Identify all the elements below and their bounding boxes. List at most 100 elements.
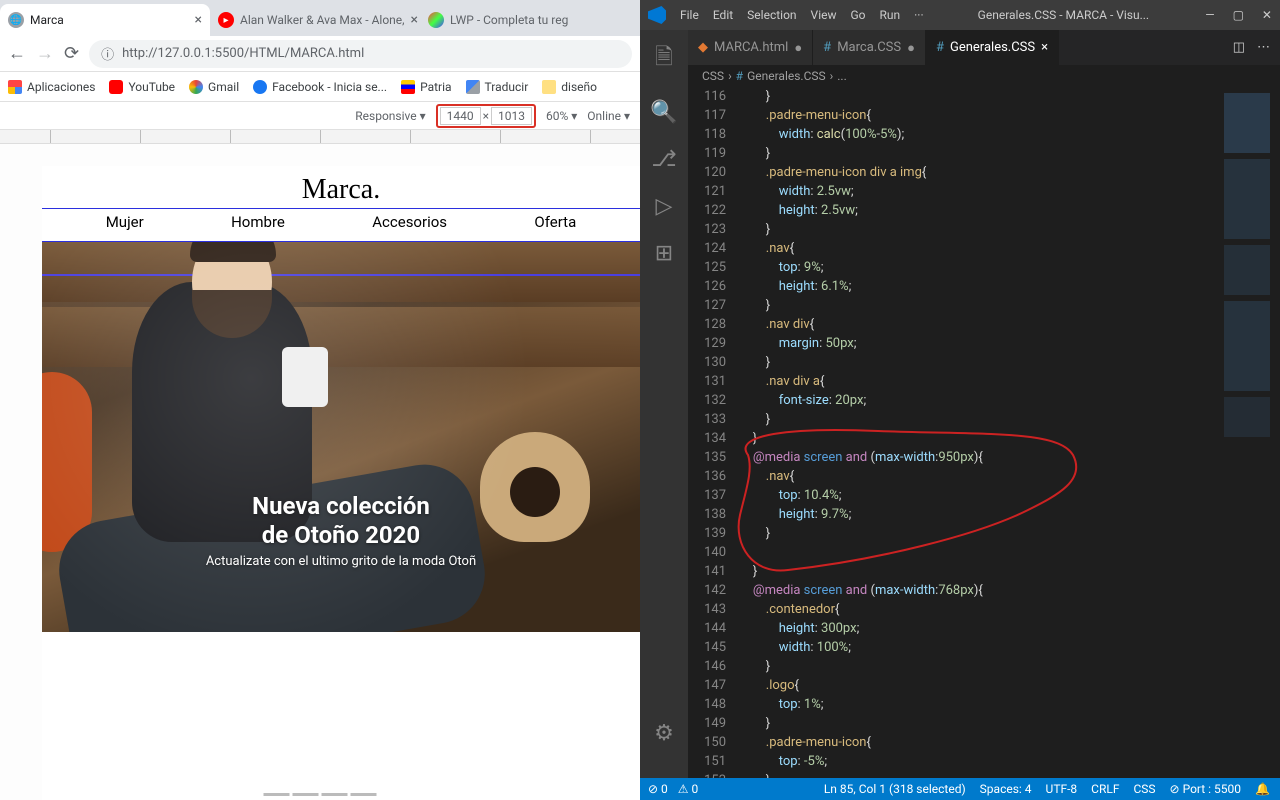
apps-button[interactable]: Aplicaciones xyxy=(8,80,95,94)
chrome-window: 🌐 Marca × ▸ Alan Walker & Ava Max - Alon… xyxy=(0,0,640,800)
reload-icon[interactable]: ⟳ xyxy=(64,43,79,64)
window-controls: — ▢ ✕ xyxy=(1205,8,1272,22)
file-html-icon: ◆ xyxy=(698,40,708,55)
tab-title: Marca xyxy=(30,13,64,27)
chrome-toolbar: ← → ⟳ ⓘ http://127.0.0.1:5500/HTML/MARCA… xyxy=(0,36,640,72)
menu-edit[interactable]: Edit xyxy=(707,8,739,22)
hero-legs xyxy=(51,457,492,632)
file-css-icon: # xyxy=(936,40,944,55)
minimize-icon[interactable]: — xyxy=(1205,8,1214,22)
bookmark-patria[interactable]: Patria xyxy=(401,80,451,94)
height-input[interactable]: 1013 xyxy=(491,107,532,125)
nav-link[interactable]: Mujer xyxy=(106,213,144,231)
url-bar[interactable]: ⓘ http://127.0.0.1:5500/HTML/MARCA.html xyxy=(89,40,632,68)
page-viewport: Marca. Mujer Hombre Accesorios Oferta Nu xyxy=(0,144,640,800)
bookmark-facebook[interactable]: Facebook - Inicia se... xyxy=(253,80,387,94)
editor-tab-marca-html[interactable]: ◆ MARCA.html ● xyxy=(688,30,813,65)
menu-selection[interactable]: Selection xyxy=(741,8,802,22)
chrome-tab-0[interactable]: 🌐 Marca × xyxy=(0,4,210,36)
bookmark-diseno[interactable]: diseño xyxy=(542,80,597,94)
gear-icon[interactable]: ⚙ xyxy=(654,721,674,746)
hero-jacket xyxy=(132,282,312,542)
throttle-select[interactable]: Online ▾ xyxy=(587,109,630,123)
menu-go[interactable]: Go xyxy=(845,8,872,22)
inspect-outline xyxy=(42,274,640,276)
tab-title: Alan Walker & Ava Max - Alone, xyxy=(240,13,405,27)
forward-icon: → xyxy=(36,43,54,64)
zoom-select[interactable]: 60% ▾ xyxy=(546,109,577,123)
devtools-ruler xyxy=(0,130,640,144)
dimensions-group: 1440 × 1013 xyxy=(436,104,536,128)
editor-tab-marca-css[interactable]: # Marca.CSS ● xyxy=(813,30,926,65)
page-brand: Marca. xyxy=(42,166,640,208)
status-liveserver[interactable]: ⊘ Port : 5500 xyxy=(1170,782,1242,796)
devtools-device-toolbar: Responsive ▾ 1440 × 1013 60% ▾ Online ▾ xyxy=(0,102,640,130)
status-errors[interactable]: ⊘ 0 xyxy=(648,782,668,796)
status-encoding[interactable]: UTF-8 xyxy=(1046,782,1078,796)
nav-link[interactable]: Hombre xyxy=(231,213,285,231)
responsive-mode-select[interactable]: Responsive ▾ xyxy=(355,109,425,123)
hero-hair xyxy=(190,242,276,262)
close-icon[interactable]: ✕ xyxy=(1262,8,1272,22)
chrome-tab-2[interactable]: LWP - Completa tu reg xyxy=(420,4,576,36)
close-icon[interactable]: × xyxy=(411,12,418,28)
status-bell-icon[interactable]: 🔔 xyxy=(1255,782,1270,796)
chrome-tabstrip: 🌐 Marca × ▸ Alan Walker & Ava Max - Alon… xyxy=(0,0,640,36)
menu-more[interactable]: ··· xyxy=(908,8,929,22)
page-nav: Mujer Hombre Accesorios Oferta xyxy=(42,208,640,242)
activity-bar: 🗎 🔍 ⎇ ▷ ⊞ ⚙ xyxy=(640,30,688,778)
close-icon[interactable]: × xyxy=(1041,40,1048,55)
info-icon[interactable]: ⓘ xyxy=(101,44,114,63)
taskbar-hint xyxy=(264,793,377,796)
url-text: http://127.0.0.1:5500/HTML/MARCA.html xyxy=(122,46,364,61)
status-spaces[interactable]: Spaces: 4 xyxy=(980,782,1032,796)
code-editor[interactable]: 116 117 118 119 120 121 122 123 124 125 … xyxy=(688,87,1280,778)
minimap[interactable] xyxy=(1220,87,1280,778)
status-warnings[interactable]: ⚠ 0 xyxy=(678,782,698,796)
code-content[interactable]: } .padre-menu-icon{ width: calc(100%-5%)… xyxy=(740,87,1220,778)
status-eol[interactable]: CRLF xyxy=(1091,782,1119,796)
status-lang[interactable]: CSS xyxy=(1133,782,1155,796)
dirty-icon: ● xyxy=(907,40,915,56)
maximize-icon[interactable]: ▢ xyxy=(1233,8,1244,22)
status-cursor[interactable]: Ln 85, Col 1 (318 selected) xyxy=(824,782,966,796)
times-label: × xyxy=(483,109,489,123)
editor-tab-generales-css[interactable]: # Generales.CSS × xyxy=(926,30,1059,65)
explorer-icon[interactable]: 🗎 xyxy=(655,40,673,78)
extensions-icon[interactable]: ⊞ xyxy=(655,241,673,266)
dirty-icon: ● xyxy=(794,40,802,56)
menu-view[interactable]: View xyxy=(805,8,843,22)
nav-link[interactable]: Accesorios xyxy=(372,213,447,231)
editor-area: ◆ MARCA.html ● # Marca.CSS ● # Generales… xyxy=(688,30,1280,778)
close-icon[interactable]: × xyxy=(195,12,202,28)
back-icon[interactable]: ← xyxy=(8,43,26,64)
more-actions-icon[interactable]: ⋯ xyxy=(1257,40,1270,55)
bookmark-gmail[interactable]: Gmail xyxy=(189,80,239,94)
breadcrumb[interactable]: CSS› # Generales.CSS› ... xyxy=(688,65,1280,87)
vscode-window: File Edit Selection View Go Run ··· Gene… xyxy=(640,0,1280,800)
debug-icon[interactable]: ▷ xyxy=(656,194,673,219)
menu-file[interactable]: File xyxy=(674,8,705,22)
search-icon[interactable]: 🔍 xyxy=(650,100,677,125)
chrome-tab-1[interactable]: ▸ Alan Walker & Ava Max - Alone, × xyxy=(210,4,420,36)
youtube-icon: ▸ xyxy=(218,12,234,28)
bookmarks-bar: Aplicaciones YouTube Gmail Facebook - In… xyxy=(0,72,640,102)
split-editor-icon[interactable]: ◫ xyxy=(1233,40,1245,55)
hero-title: Nueva colecciónde Otoño 2020 xyxy=(42,492,640,550)
rendered-page: Marca. Mujer Hombre Accesorios Oferta Nu xyxy=(42,166,640,800)
bookmark-traducir[interactable]: Traducir xyxy=(466,80,529,94)
favicon-icon xyxy=(428,12,444,28)
hero-face xyxy=(192,242,272,332)
bookmark-youtube[interactable]: YouTube xyxy=(109,80,175,94)
width-input[interactable]: 1440 xyxy=(440,107,481,125)
hero-dog xyxy=(480,432,590,542)
nav-link[interactable]: Oferta xyxy=(534,213,576,231)
hero-beard xyxy=(192,290,272,338)
hero-section: Nueva colecciónde Otoño 2020 Actualizate… xyxy=(42,242,640,632)
status-bar: ⊘ 0 ⚠ 0 Ln 85, Col 1 (318 selected) Spac… xyxy=(640,778,1280,800)
tab-title: LWP - Completa tu reg xyxy=(450,13,568,27)
hero-subtitle: Actualizate con el ultimo grito de la mo… xyxy=(42,554,640,569)
globe-icon: 🌐 xyxy=(8,12,24,28)
source-control-icon[interactable]: ⎇ xyxy=(651,147,676,172)
menu-run[interactable]: Run xyxy=(874,8,907,22)
